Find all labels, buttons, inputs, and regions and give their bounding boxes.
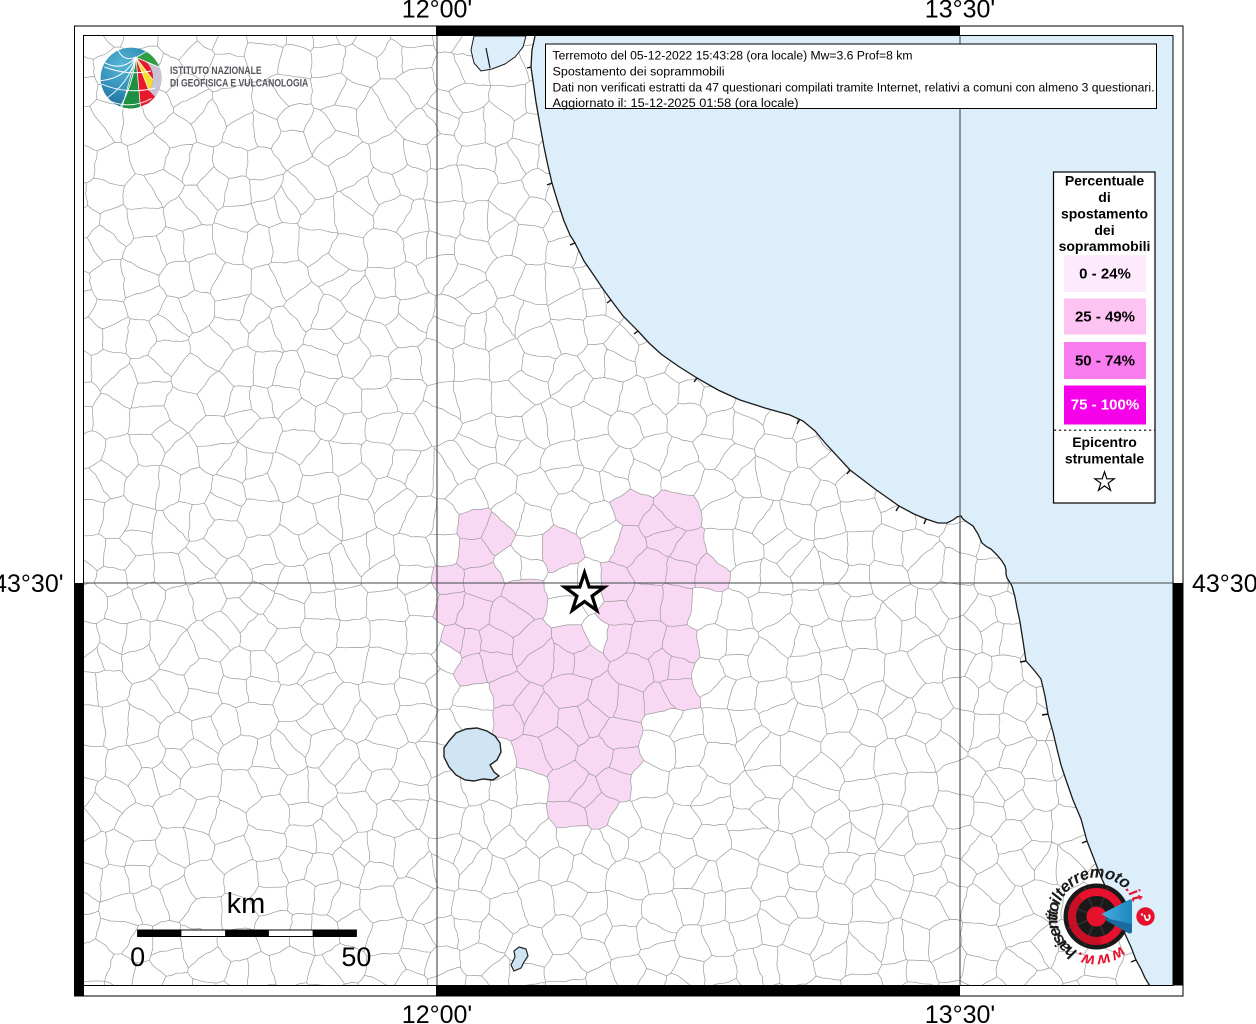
svg-text:dei: dei [1094, 222, 1114, 238]
svg-text:Percentuale: Percentuale [1065, 173, 1145, 189]
svg-text:13°30': 13°30' [925, 0, 995, 24]
svg-text:75 - 100%: 75 - 100% [1071, 397, 1139, 414]
svg-text:Epicentro: Epicentro [1072, 434, 1137, 450]
svg-text:Dati non verificati estratti d: Dati non verificati estratti da 47 quest… [553, 80, 1155, 94]
svg-text:ISTITUTO NAZIONALE: ISTITUTO NAZIONALE [170, 65, 262, 77]
svg-text:50: 50 [341, 942, 371, 972]
svg-text:43°30': 43°30' [0, 570, 64, 598]
svg-text:12°00': 12°00' [402, 0, 472, 24]
svg-text:Aggiornato il: 15-12-2025 01:5: Aggiornato il: 15-12-2025 01:58 (ora loc… [553, 96, 799, 110]
svg-text:DI GEOFISICA E VULCANOLOGIA: DI GEOFISICA E VULCANOLOGIA [170, 78, 309, 90]
svg-text:12°00': 12°00' [402, 1001, 472, 1024]
svg-text:spostamento: spostamento [1061, 205, 1148, 221]
svg-text:13°30': 13°30' [925, 1001, 995, 1024]
svg-text:Spostamento dei soprammobili: Spostamento dei soprammobili [553, 64, 725, 78]
svg-text:43°30': 43°30' [1192, 570, 1256, 598]
svg-text:0 - 24%: 0 - 24% [1079, 266, 1131, 283]
svg-text:soprammobili: soprammobili [1059, 238, 1151, 254]
svg-text:strumentale: strumentale [1065, 451, 1145, 467]
svg-text:Terremoto del 05-12-2022 15:43: Terremoto del 05-12-2022 15:43:28 (ora l… [553, 49, 913, 63]
svg-text:di: di [1098, 189, 1110, 205]
svg-text:0: 0 [130, 942, 145, 972]
svg-text:50 - 74%: 50 - 74% [1075, 353, 1135, 370]
svg-text:km: km [227, 888, 266, 920]
svg-text:25 - 49%: 25 - 49% [1075, 309, 1135, 326]
